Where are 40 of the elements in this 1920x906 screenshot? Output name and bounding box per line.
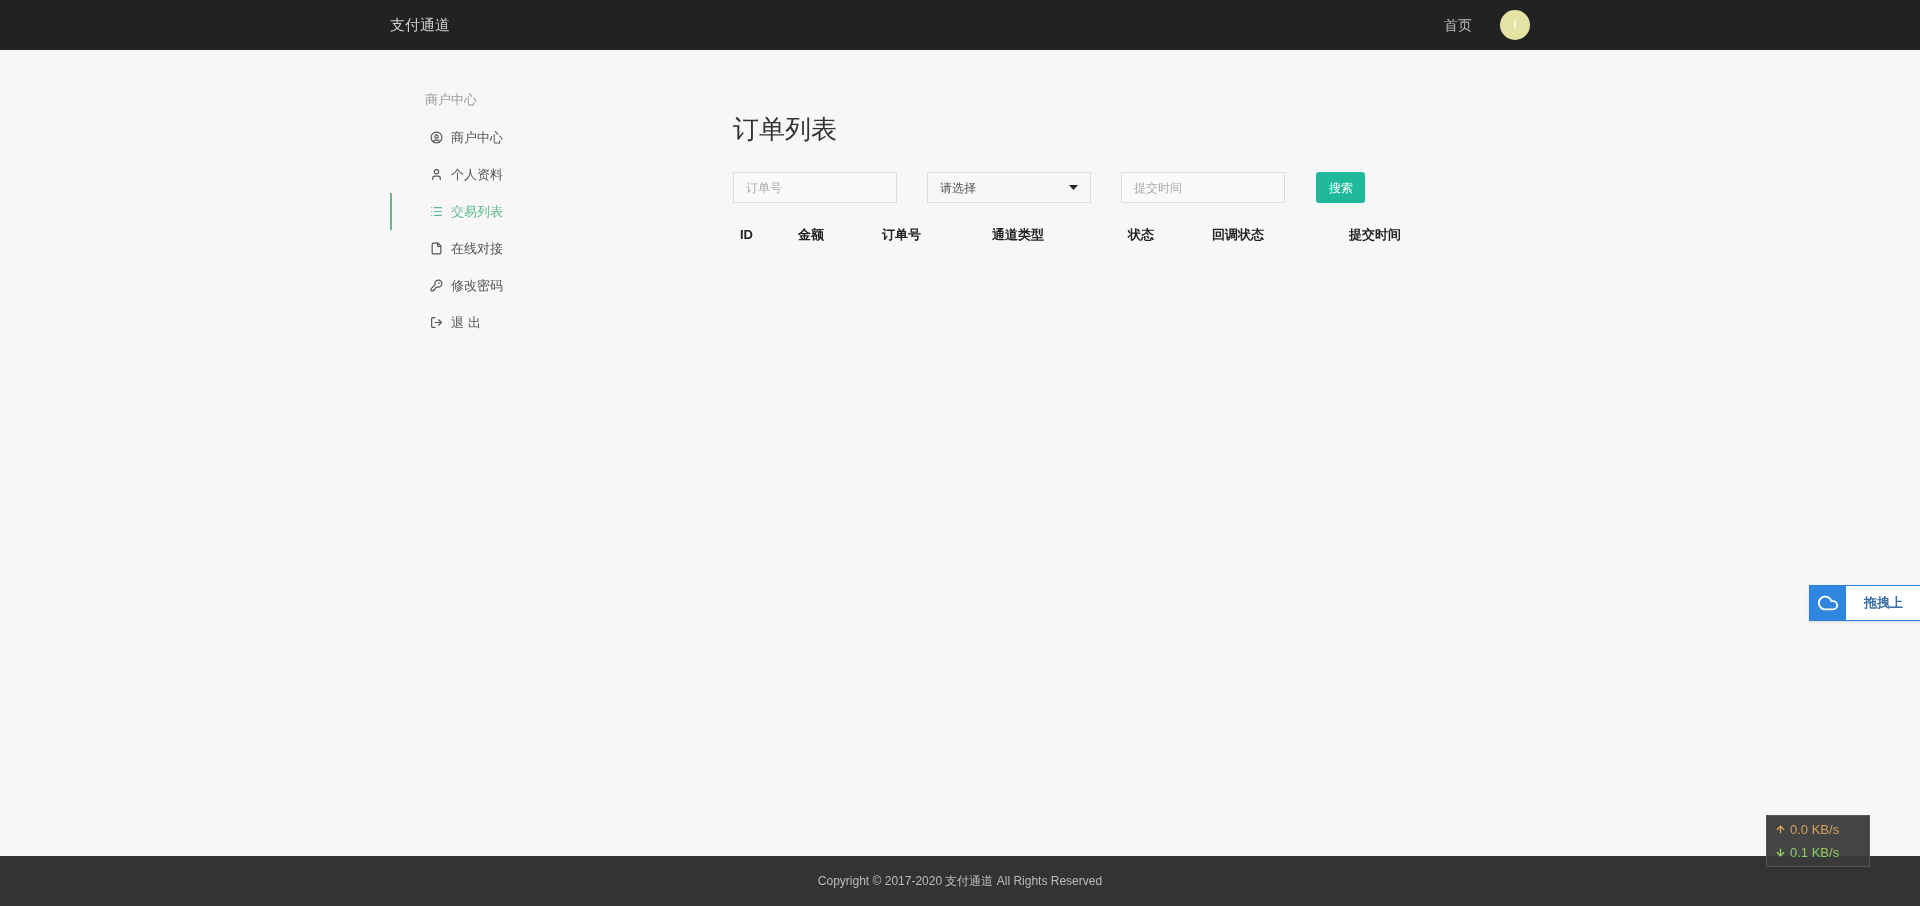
column-header: 通道类型: [992, 226, 1045, 245]
upload-label: 拖拽上: [1864, 594, 1903, 613]
nav-link[interactable]: 首页: [1444, 14, 1472, 36]
user-circle-icon: [430, 131, 443, 144]
sidebar-heading: 商户中心: [425, 92, 478, 108]
logout-icon: [430, 316, 443, 329]
sidebar-item[interactable]: 修改密码: [390, 267, 690, 304]
submit-time-field[interactable]: 提交时间: [1121, 172, 1285, 203]
column-header: 回调状态: [1212, 226, 1265, 245]
copyright-text: Copyright © 2017-2020 支付通道 All Rights Reserved: [817, 873, 1103, 890]
key-icon: [430, 279, 443, 292]
download-speed: 0.1 KB/s: [1790, 843, 1840, 862]
column-header: 提交时间: [1349, 226, 1402, 245]
type-select[interactable]: 请选择: [927, 172, 1091, 203]
download-arrow-icon: [1775, 846, 1786, 858]
sidebar-label: 个人资料: [451, 165, 503, 184]
file-icon: [430, 242, 443, 255]
sidebar-item[interactable]: 个人资料: [390, 156, 690, 193]
brand-title[interactable]: 支付通道: [390, 13, 450, 37]
list-icon: [430, 205, 443, 218]
order-number-field[interactable]: 订单号: [733, 172, 897, 203]
sidebar-item[interactable]: 商户中心: [390, 119, 690, 156]
column-header: 订单号: [882, 226, 922, 245]
column-header: 金额: [798, 226, 825, 245]
sidebar-label: 商户中心: [451, 128, 503, 147]
column-header: 状态: [1128, 226, 1155, 245]
column-header: ID: [740, 226, 754, 245]
page-title: 订单列表: [733, 113, 838, 145]
sidebar-item[interactable]: 在线对接: [390, 230, 690, 267]
upload-widget[interactable]: 拖拽上: [1809, 585, 1920, 621]
sidebar-label: 修改密码: [451, 276, 503, 295]
select-value: 请选择: [940, 179, 976, 197]
sidebar-label: 在线对接: [451, 239, 503, 258]
user-icon: [430, 168, 443, 181]
upload-arrow-icon: [1775, 824, 1786, 836]
sidebar-label: 退 出: [451, 313, 481, 332]
caret-icon: [1069, 185, 1078, 190]
sidebar-label: 交易列表: [451, 202, 503, 221]
upload-speed: 0.0 KB/s: [1790, 821, 1840, 839]
sidebar-item[interactable]: 退 出: [390, 304, 690, 341]
